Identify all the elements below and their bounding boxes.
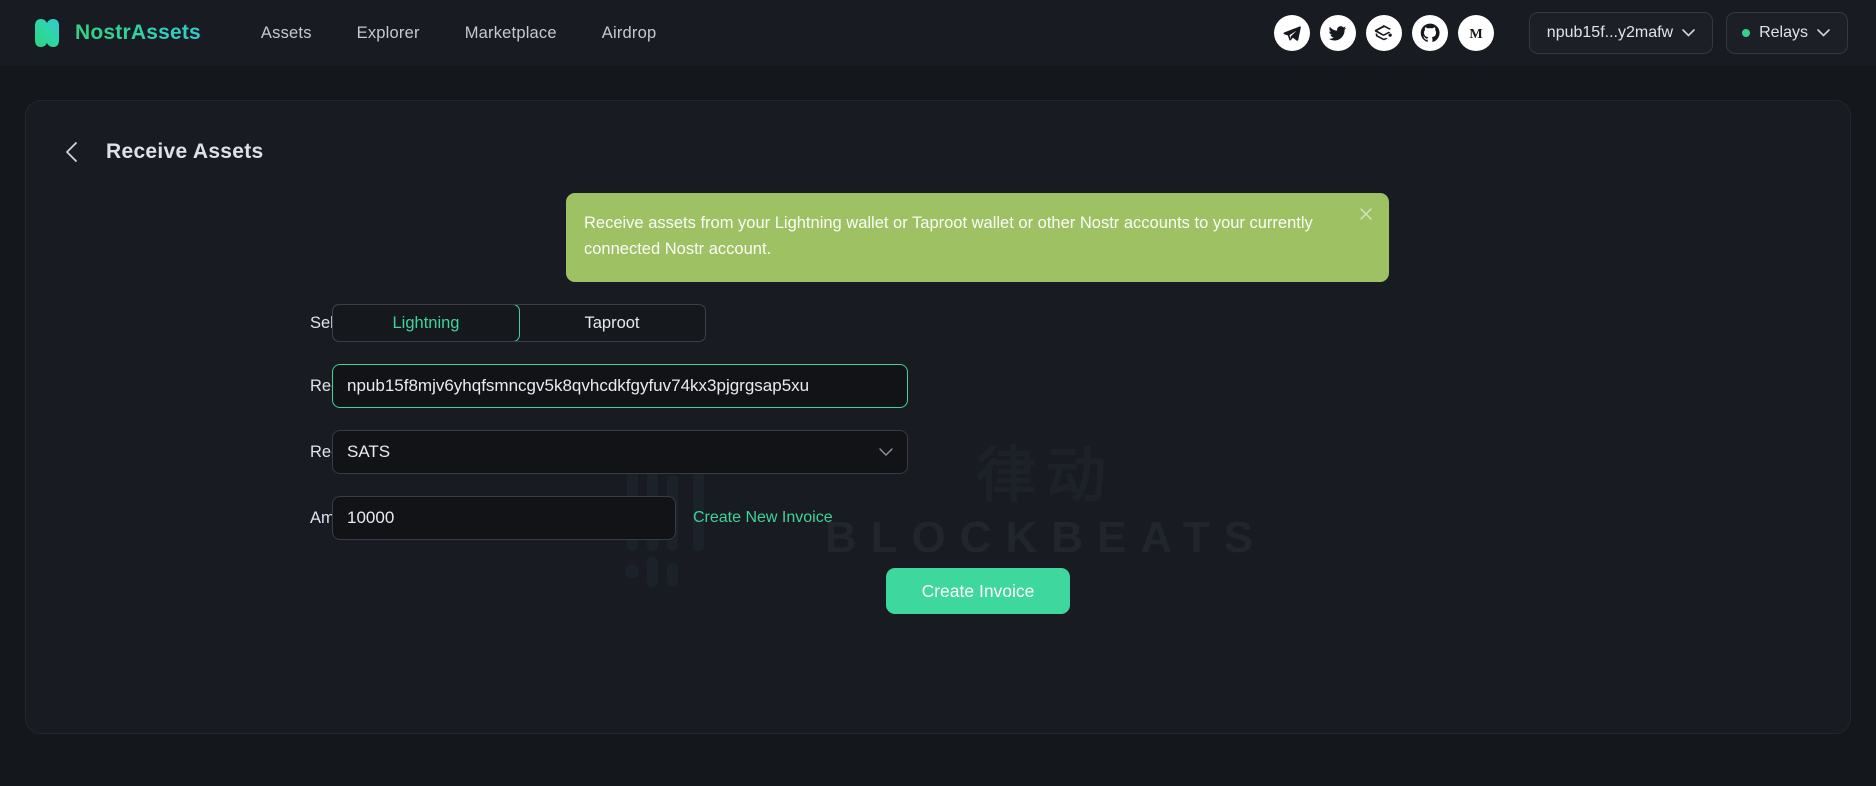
nav-link-explorer[interactable]: Explorer xyxy=(357,24,420,43)
twitter-icon[interactable] xyxy=(1320,15,1356,51)
close-icon[interactable] xyxy=(1357,205,1375,223)
network-segmented-control: Lightning Taproot xyxy=(332,304,706,342)
social-links: M xyxy=(1274,15,1494,51)
amount-field: Create New Invoice xyxy=(332,496,833,540)
main-nav: Assets Explorer Marketplace Airdrop xyxy=(261,24,656,43)
token-row: Receive Token SATS xyxy=(26,430,1850,474)
brand-logo[interactable]: NostrAssets xyxy=(30,16,201,50)
header-actions: M npub15f...y2mafw Relays xyxy=(1274,12,1848,54)
create-new-invoice-link[interactable]: Create New Invoice xyxy=(693,509,833,527)
account-pill[interactable]: npub15f...y2mafw xyxy=(1529,12,1713,54)
account-label: npub15f...y2mafw xyxy=(1547,24,1673,42)
nav-link-marketplace[interactable]: Marketplace xyxy=(465,24,557,43)
network-row: Select Network ? Lightning Taproot xyxy=(26,304,1850,342)
page-title: Receive Assets xyxy=(106,140,264,164)
nostr-assets-logo-icon xyxy=(30,16,64,50)
create-invoice-button[interactable]: Create Invoice xyxy=(886,568,1070,614)
gitbook-icon[interactable] xyxy=(1366,15,1402,51)
network-option-taproot[interactable]: Taproot xyxy=(519,305,705,341)
telegram-icon[interactable] xyxy=(1274,15,1310,51)
relays-label: Relays xyxy=(1759,24,1808,42)
amount-input[interactable] xyxy=(332,496,676,540)
token-field: SATS xyxy=(332,430,908,474)
relays-pill[interactable]: Relays xyxy=(1726,12,1848,54)
nav-link-assets[interactable]: Assets xyxy=(261,24,312,43)
medium-icon[interactable]: M xyxy=(1458,15,1494,51)
github-icon[interactable] xyxy=(1412,15,1448,51)
relay-status-indicator xyxy=(1742,29,1750,37)
receive-token-value: SATS xyxy=(347,442,390,462)
network-label-wrap: Select Network ? xyxy=(26,314,310,333)
top-header: NostrAssets Assets Explorer Marketplace … xyxy=(0,0,1876,66)
address-row: Receiving Nostr Address ? xyxy=(26,364,1850,408)
address-label-wrap: Receiving Nostr Address ? xyxy=(26,377,310,396)
receive-assets-card: 律动 BLOCKBEATS Receive Assets Receive ass… xyxy=(25,100,1851,734)
address-field xyxy=(332,364,908,408)
receive-form: Receive assets from your Lightning walle… xyxy=(26,165,1850,614)
brand-name: NostrAssets xyxy=(75,21,201,45)
amount-label-wrap: Amount xyxy=(26,509,310,528)
info-banner-text: Receive assets from your Lightning walle… xyxy=(584,214,1313,258)
chevron-left-icon[interactable] xyxy=(58,139,84,165)
chevron-down-icon xyxy=(1682,29,1695,37)
submit-row: Create Invoice xyxy=(26,568,1850,614)
card-header: Receive Assets xyxy=(26,101,1850,165)
network-option-lightning[interactable]: Lightning xyxy=(332,304,520,342)
info-banner: Receive assets from your Lightning walle… xyxy=(566,193,1389,282)
nav-link-airdrop[interactable]: Airdrop xyxy=(602,24,657,43)
network-field: Lightning Taproot xyxy=(332,304,706,342)
receiving-address-input[interactable] xyxy=(332,364,908,408)
receive-token-select[interactable]: SATS xyxy=(332,430,908,474)
svg-text:M: M xyxy=(1469,26,1482,42)
chevron-down-icon xyxy=(1817,29,1830,37)
chevron-down-icon xyxy=(879,442,893,462)
amount-row: Amount Create New Invoice xyxy=(26,496,1850,540)
token-label-wrap: Receive Token xyxy=(26,443,310,462)
